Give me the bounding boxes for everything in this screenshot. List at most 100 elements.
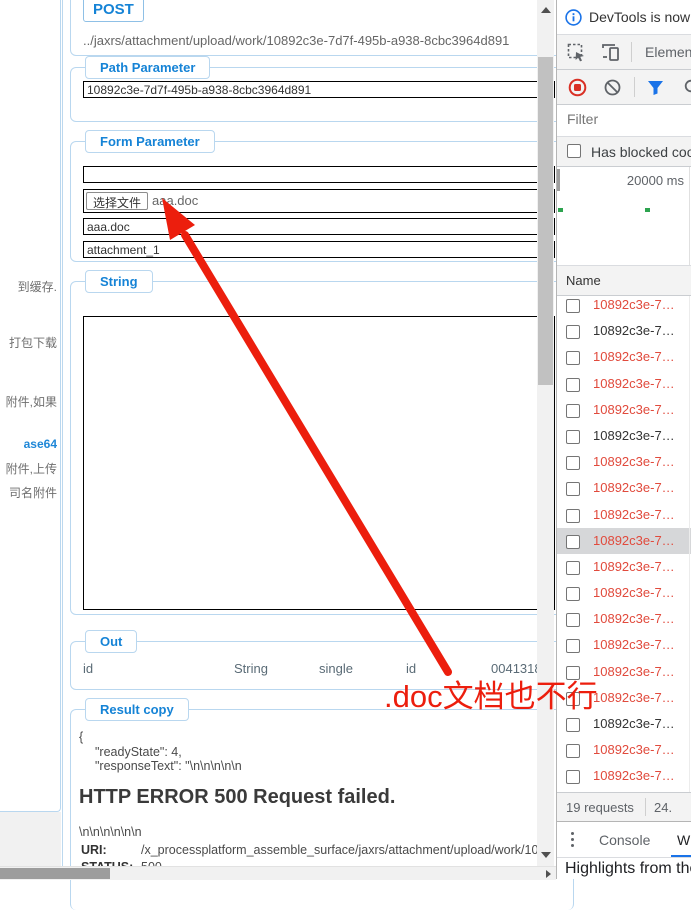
request-checkbox[interactable] (566, 377, 580, 392)
network-request-row[interactable]: 10892c3e-7… (557, 606, 691, 632)
blocked-cookies-row: Has blocked cookies (557, 137, 691, 167)
horizontal-scrollbar[interactable] (0, 866, 556, 880)
out-cell: String (234, 661, 268, 676)
request-checkbox[interactable] (566, 613, 580, 628)
string-textarea[interactable] (83, 316, 555, 610)
menu-dots-icon[interactable] (571, 832, 574, 835)
file-name-input[interactable] (83, 218, 555, 235)
network-request-row[interactable]: 10892c3e-7… (557, 659, 691, 685)
choose-file-button[interactable]: 选择文件 (86, 192, 149, 210)
inspect-icon[interactable] (567, 43, 586, 62)
tab-elements[interactable]: Elements (645, 44, 691, 60)
network-request-row[interactable]: 10892c3e-7… (557, 527, 691, 554)
request-checkbox[interactable] (566, 482, 580, 497)
network-request-row[interactable]: 10892c3e-7… (557, 737, 691, 763)
statusbar-divider (645, 798, 646, 816)
timeline-activity-mark (645, 208, 650, 212)
request-checkbox[interactable] (566, 351, 580, 366)
request-checkbox[interactable] (566, 718, 580, 732)
filter-input[interactable] (565, 110, 689, 128)
request-checkbox[interactable] (566, 587, 580, 602)
tab-whats-new[interactable]: What's New (677, 832, 691, 848)
request-url: ../jaxrs/attachment/upload/work/10892c3e… (83, 33, 510, 48)
file-upload-field[interactable]: 选择文件 aaa.doc (83, 189, 555, 213)
http-error-heading: HTTP ERROR 500 Request failed. (79, 786, 396, 808)
network-request-row[interactable]: 10892c3e-7… (557, 711, 691, 737)
request-section: POST ../jaxrs/attachment/upload/work/108… (70, 0, 574, 56)
out-cell: id (83, 661, 94, 676)
request-checkbox[interactable] (566, 639, 580, 654)
network-request-row[interactable]: 10892c3e-7… (557, 423, 691, 449)
request-name: 10892c3e-7… (593, 349, 675, 365)
request-checkbox[interactable] (566, 770, 580, 785)
network-request-row[interactable]: 10892c3e-7… (557, 554, 691, 580)
scroll-down-arrow-icon[interactable] (541, 852, 551, 858)
selected-file-name: aaa.doc (152, 193, 199, 208)
request-name: 10892c3e-7… (593, 663, 675, 679)
network-request-row[interactable]: 10892c3e-7… (557, 580, 691, 606)
blocked-cookies-checkbox[interactable] (567, 144, 581, 158)
network-request-row[interactable]: 10892c3e-7… (557, 763, 691, 789)
request-checkbox[interactable] (566, 691, 580, 706)
sidebar-link-base64[interactable]: ase64 (24, 437, 57, 451)
request-name: 10892c3e-7… (593, 375, 675, 391)
network-request-row[interactable]: 10892c3e-7… (557, 685, 691, 711)
left-sidebar: 到缓存. 打包下载 附件,如果 ase64 附件,上传 司名附件 (0, 0, 61, 812)
main-panel-border (62, 0, 63, 866)
network-request-row[interactable]: 10892c3e-7… (557, 502, 691, 528)
request-name: 10892c3e-7… (593, 585, 675, 601)
request-checkbox[interactable] (566, 744, 580, 759)
vertical-scrollbar[interactable] (537, 0, 554, 866)
network-request-row[interactable]: 10892c3e-7… (557, 397, 691, 423)
network-name-column-header[interactable]: Name (557, 266, 691, 296)
out-cell: single (319, 661, 353, 676)
request-checkbox[interactable] (566, 299, 580, 313)
network-request-row[interactable]: 10892c3e-7… (557, 449, 691, 475)
request-name: 10892c3e-7… (593, 506, 675, 522)
network-request-row[interactable]: 10892c3e-7… (557, 318, 691, 344)
request-name: 10892c3e-7… (593, 323, 675, 339)
device-toolbar-icon[interactable] (601, 43, 621, 62)
request-name: 10892c3e-7… (593, 742, 675, 758)
section-title: String (85, 270, 153, 293)
request-checkbox[interactable] (566, 534, 580, 549)
request-checkbox[interactable] (566, 403, 580, 418)
request-checkbox[interactable] (566, 560, 580, 575)
whats-new-heading: Highlights from the (565, 860, 691, 877)
record-icon[interactable] (568, 78, 587, 97)
network-request-row[interactable]: 10892c3e-7… (557, 632, 691, 658)
request-checkbox[interactable] (566, 429, 580, 444)
request-name: 10892c3e-7… (593, 401, 675, 417)
sidebar-item: 附件,上传 (5, 462, 57, 476)
section-title: Path Parameter (85, 56, 211, 79)
request-name: 10892c3e-7… (593, 716, 675, 731)
path-parameter-input[interactable] (83, 81, 555, 98)
sidebar-item: 附件,如果 (5, 395, 57, 409)
toolbar-divider (634, 77, 635, 97)
request-name: 10892c3e-7… (593, 637, 675, 653)
network-request-row[interactable]: 10892c3e-7… (557, 371, 691, 397)
network-status-bar: 19 requests 24. (557, 792, 691, 821)
search-icon[interactable] (684, 79, 691, 96)
network-request-row[interactable]: 10892c3e-7… (557, 344, 691, 370)
timeline-time-label: 20000 ms (626, 173, 684, 188)
devtools-drawer-tabbar: Console What's New (557, 821, 691, 857)
form-extra-input[interactable] (83, 166, 555, 183)
out-section: Out id String single id 0041318 (70, 630, 574, 690)
request-checkbox[interactable] (566, 325, 580, 340)
scroll-right-arrow-icon[interactable] (546, 870, 551, 878)
request-checkbox[interactable] (566, 456, 580, 471)
scroll-up-arrow-icon[interactable] (541, 7, 551, 13)
attachment-site-input[interactable] (83, 241, 555, 258)
clear-icon[interactable] (604, 79, 621, 96)
horizontal-scrollbar-thumb[interactable] (0, 868, 110, 879)
network-timeline-overview[interactable]: 20000 ms (557, 167, 691, 266)
vertical-scrollbar-thumb[interactable] (538, 57, 553, 385)
filter-funnel-icon[interactable] (647, 79, 664, 96)
devtools-panel: DevTools is now Elements (556, 0, 691, 879)
request-checkbox[interactable] (566, 665, 580, 680)
request-checkbox[interactable] (566, 508, 580, 523)
tab-console[interactable]: Console (599, 832, 650, 848)
request-name: 10892c3e-7… (593, 689, 675, 705)
network-request-row[interactable]: 10892c3e-7… (557, 475, 691, 501)
